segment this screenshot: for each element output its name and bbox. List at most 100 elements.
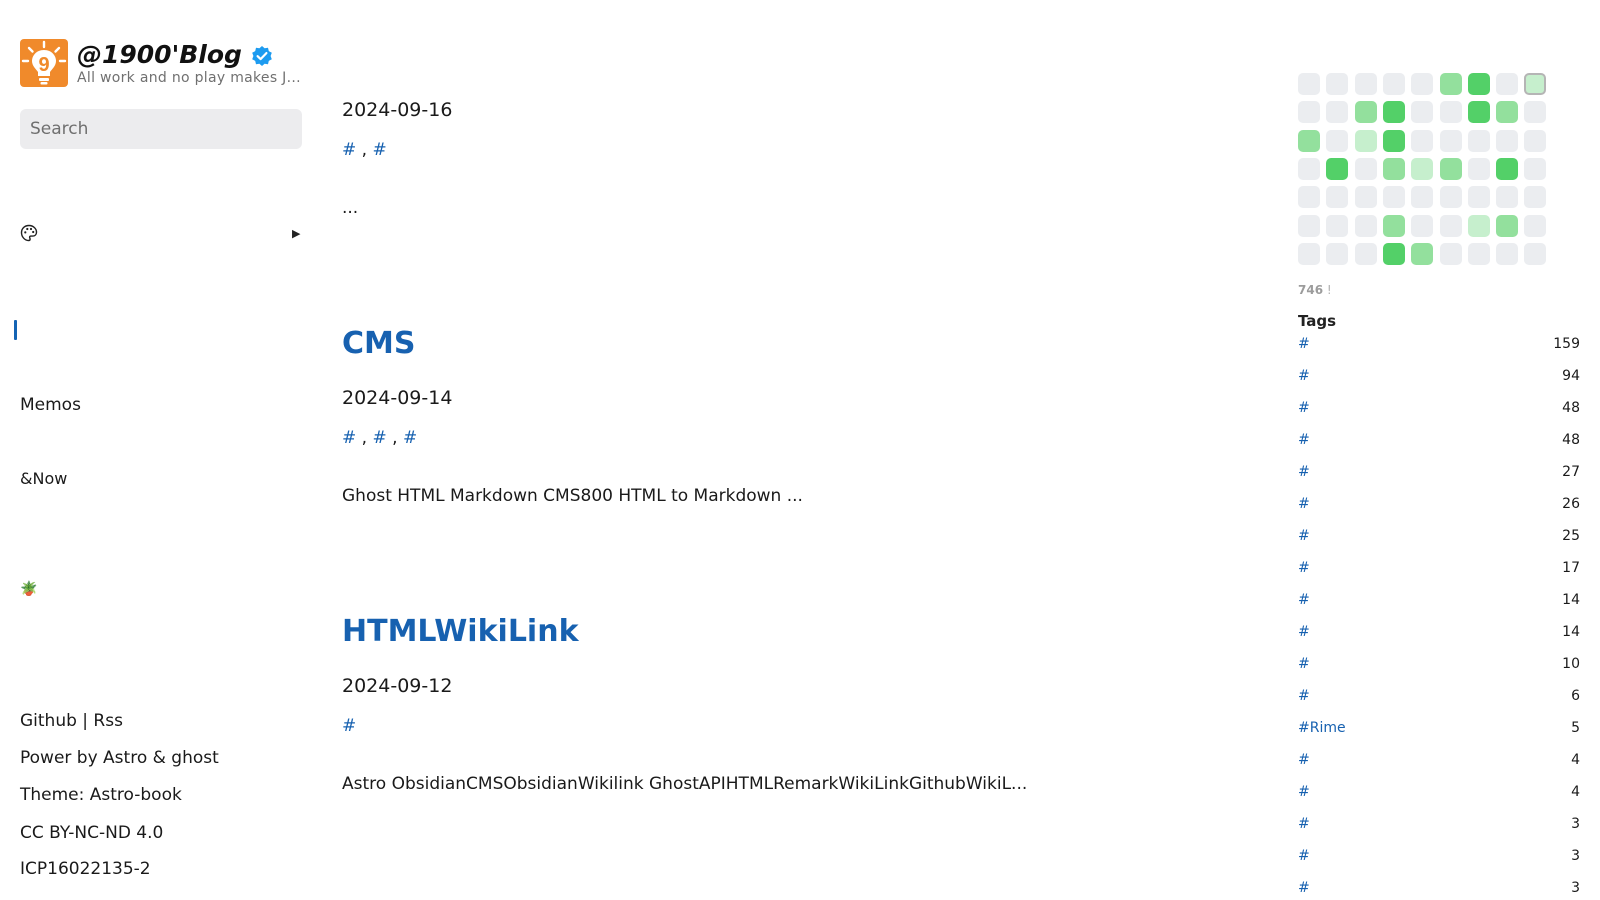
heatmap-cell[interactable] (1467, 157, 1490, 180)
nav-item-github-rss[interactable]: Github | Rss (20, 711, 123, 731)
heatmap-cell[interactable] (1326, 73, 1349, 95)
heatmap-cell[interactable] (1298, 157, 1320, 180)
tag-row[interactable]: #27 (1298, 462, 1580, 482)
heatmap-cell[interactable] (1467, 242, 1490, 265)
heatmap-cell[interactable] (1298, 242, 1320, 265)
heatmap-cell[interactable] (1439, 73, 1462, 95)
tag-link[interactable]: # (1298, 848, 1310, 864)
tag-row[interactable]: #48 (1298, 430, 1580, 450)
heatmap-cell[interactable] (1524, 157, 1547, 180)
tag-link[interactable]: # (1298, 656, 1310, 672)
search-input[interactable] (20, 109, 302, 149)
tag-link[interactable]: # (1298, 432, 1310, 448)
heatmap-cell[interactable] (1496, 186, 1519, 209)
heatmap-cell[interactable] (1326, 129, 1349, 152)
heatmap-cell[interactable] (1326, 101, 1349, 124)
tag-row[interactable]: #26 (1298, 494, 1580, 514)
tag-link[interactable]: # (1298, 560, 1310, 576)
heatmap-cell[interactable] (1467, 214, 1490, 237)
site-title-text[interactable]: @1900'Blog (77, 40, 242, 70)
tag-link[interactable]: # (1298, 368, 1310, 384)
post-tag-link[interactable]: # (372, 140, 386, 160)
heatmap-cell[interactable] (1411, 101, 1434, 124)
heatmap-cell[interactable] (1439, 242, 1462, 265)
heatmap-cell[interactable] (1382, 214, 1405, 237)
light-bulb-logo-icon[interactable]: 9 (20, 39, 68, 87)
heatmap-cell[interactable] (1354, 157, 1377, 180)
heatmap-cell[interactable] (1382, 101, 1405, 124)
tag-link[interactable]: # (1298, 816, 1310, 832)
tag-link[interactable]: # (1298, 624, 1310, 640)
heatmap-cell[interactable] (1411, 186, 1434, 209)
heatmap-cell[interactable] (1524, 129, 1547, 152)
heatmap-cell[interactable] (1411, 129, 1434, 152)
nav-item-plant[interactable]: 🪴 (20, 579, 37, 599)
heatmap-cell[interactable] (1524, 242, 1547, 265)
tag-row[interactable]: #6 (1298, 686, 1580, 706)
heatmap-cell[interactable] (1467, 73, 1490, 95)
tag-row[interactable]: #4 (1298, 750, 1580, 770)
heatmap-cell[interactable] (1382, 157, 1405, 180)
heatmap-cell[interactable] (1496, 73, 1519, 95)
tag-link[interactable]: # (1298, 496, 1310, 512)
chevron-right-icon[interactable]: ▶ (292, 224, 300, 244)
heatmap-cell[interactable] (1354, 129, 1377, 152)
nav-item-theme-credit[interactable]: Theme: Astro-book (20, 785, 182, 805)
heatmap-cell[interactable] (1411, 242, 1434, 265)
tag-link[interactable]: # (1298, 752, 1310, 768)
heatmap-cell[interactable] (1298, 214, 1320, 237)
heatmap-cell[interactable] (1411, 157, 1434, 180)
post-tag-link[interactable]: # (342, 140, 356, 160)
heatmap-cell[interactable] (1354, 214, 1377, 237)
tag-row[interactable]: #17 (1298, 558, 1580, 578)
heatmap-cell[interactable] (1524, 101, 1547, 124)
tag-row[interactable]: #3 (1298, 878, 1580, 898)
heatmap-cell[interactable] (1326, 214, 1349, 237)
tag-row[interactable]: #4 (1298, 782, 1580, 802)
post-tag-link[interactable]: # (403, 428, 417, 448)
post-tag-link[interactable]: # (342, 428, 356, 448)
heatmap-cell[interactable] (1326, 157, 1349, 180)
tag-row[interactable]: #48 (1298, 398, 1580, 418)
heatmap-cell[interactable] (1326, 242, 1349, 265)
heatmap-cell[interactable] (1298, 101, 1320, 124)
tag-link[interactable]: # (1298, 336, 1310, 352)
tag-link[interactable]: # (1298, 400, 1310, 416)
tag-row[interactable]: #94 (1298, 366, 1580, 386)
heatmap-cell[interactable] (1467, 129, 1490, 152)
tag-link[interactable]: # (1298, 528, 1310, 544)
post-title[interactable]: CMS (342, 326, 1257, 362)
heatmap-cell[interactable] (1496, 101, 1519, 124)
heatmap-cell[interactable] (1354, 186, 1377, 209)
heatmap-cell[interactable] (1382, 242, 1405, 265)
nav-item-license[interactable]: CC BY-NC-ND 4.0 (20, 823, 163, 843)
heatmap-cell[interactable] (1354, 242, 1377, 265)
heatmap-cell[interactable] (1496, 242, 1519, 265)
post-tag-link[interactable]: # (372, 428, 386, 448)
heatmap-cell[interactable] (1411, 73, 1434, 95)
heatmap-cell[interactable] (1354, 101, 1377, 124)
post-tag-link[interactable]: # (342, 716, 356, 736)
nav-item-memos[interactable]: Memos (20, 395, 81, 415)
tag-link[interactable]: #Rime (1298, 720, 1346, 736)
nav-item-active[interactable] (14, 320, 27, 340)
tag-row[interactable]: #14 (1298, 622, 1580, 642)
heatmap-cell[interactable] (1439, 214, 1462, 237)
heatmap-cell[interactable] (1382, 129, 1405, 152)
heatmap-cell[interactable] (1439, 186, 1462, 209)
nav-item-power-by[interactable]: Power by Astro & ghost (20, 748, 219, 768)
heatmap-cell[interactable] (1524, 186, 1547, 209)
heatmap-cell[interactable] (1467, 186, 1490, 209)
heatmap-cell[interactable] (1524, 214, 1547, 237)
heatmap-cell[interactable] (1496, 129, 1519, 152)
heatmap-cell[interactable] (1439, 101, 1462, 124)
heatmap-cell[interactable] (1354, 73, 1377, 95)
tag-row[interactable]: #25 (1298, 526, 1580, 546)
tag-row[interactable]: #3 (1298, 846, 1580, 866)
heatmap-cell[interactable] (1467, 101, 1490, 124)
site-title[interactable]: @1900'Blog (77, 40, 302, 70)
heatmap-cell[interactable] (1382, 73, 1405, 95)
site-brand[interactable]: 9 @1900'Blog All work and no play makes … (20, 38, 302, 88)
tag-row[interactable]: #14 (1298, 590, 1580, 610)
tag-link[interactable]: # (1298, 784, 1310, 800)
